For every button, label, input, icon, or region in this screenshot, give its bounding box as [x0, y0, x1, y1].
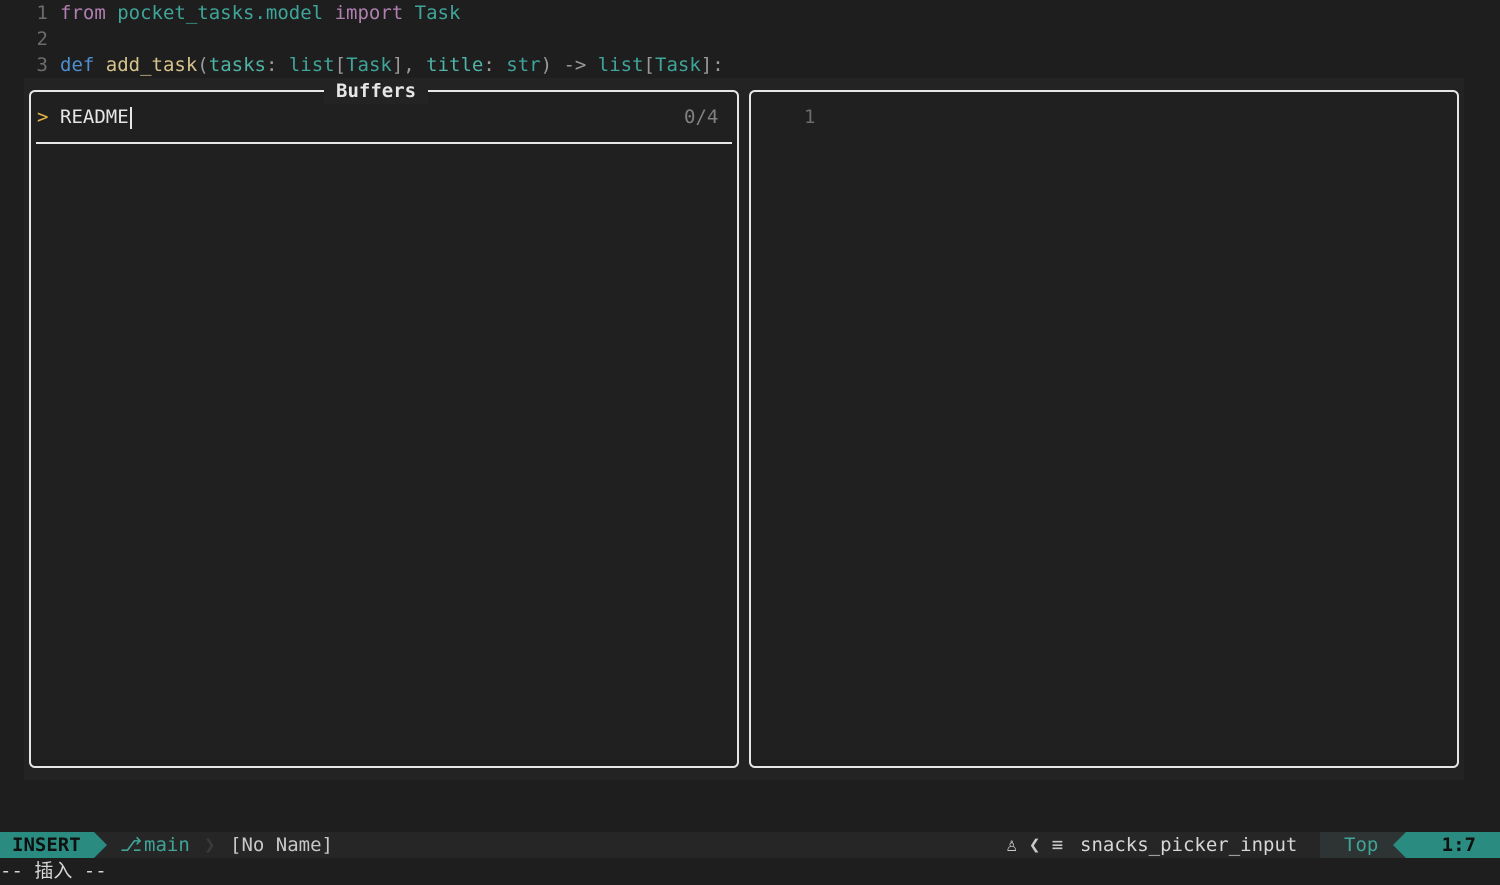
statusline: INSERT ⎇ main ❯ [No Name] ♙ ❮ ≡ snacks_p…: [0, 832, 1500, 858]
code-line-2: 2: [0, 26, 60, 52]
code-token: Task: [346, 54, 392, 76]
scroll-position: Top: [1344, 834, 1379, 856]
code-token: :: [265, 54, 289, 76]
section-separator: ❯: [204, 834, 216, 856]
code-line-1: 1 from pocket_tasks.model import Task: [0, 0, 461, 26]
code-token: ],: [391, 54, 427, 76]
line-number: 2: [36, 28, 48, 50]
code-token: tasks: [208, 54, 266, 76]
code-token: import: [334, 2, 404, 24]
chevron-right-icon: >: [37, 106, 49, 128]
picker-title: Buffers: [324, 80, 429, 104]
code-line-3: 3 def add_task(tasks: list[Task], title: …: [0, 52, 724, 78]
match-count: 0/4: [684, 106, 719, 128]
linux-icon: ♙ ❮ ≡: [1006, 834, 1064, 856]
code-token: Task: [655, 54, 701, 76]
search-query-text: README: [60, 106, 129, 128]
picker-search-input[interactable]: README: [60, 104, 132, 130]
picker-list-panel[interactable]: [29, 90, 739, 768]
code-token: :: [483, 54, 507, 76]
code-token: pocket_tasks.model: [117, 2, 324, 24]
code-token: [: [334, 54, 347, 76]
file-name: [No Name]: [230, 834, 333, 856]
line-number: 1: [36, 2, 48, 24]
mode-indicator: INSERT: [0, 832, 94, 858]
code-token: list: [288, 54, 335, 76]
git-branch-icon: ⎇: [120, 834, 142, 856]
code-token: (: [197, 54, 209, 76]
code-token: ]:: [700, 54, 724, 76]
code-token: title: [426, 54, 484, 76]
mode-separator: [94, 832, 107, 858]
code-token: from: [60, 2, 106, 24]
code-token: def: [60, 54, 95, 76]
position-separator: [1393, 832, 1406, 858]
git-branch[interactable]: main: [144, 832, 190, 858]
code-token: Task: [414, 2, 461, 24]
filetype-label: snacks_picker_input: [1080, 834, 1298, 856]
code-token: str: [506, 54, 541, 76]
cursor-position: 1:7: [1406, 832, 1500, 858]
input-divider: [36, 142, 732, 144]
preview-line-number: 1: [804, 106, 816, 128]
command-line[interactable]: -- 插入 --: [0, 858, 107, 884]
code-token: ) ->: [540, 54, 598, 76]
text-cursor: [129, 106, 132, 129]
picker-preview-panel[interactable]: [749, 90, 1459, 768]
code-token: add_task: [105, 54, 198, 76]
line-number: 3: [36, 54, 48, 76]
code-token: list: [597, 54, 644, 76]
code-token: [: [643, 54, 655, 76]
